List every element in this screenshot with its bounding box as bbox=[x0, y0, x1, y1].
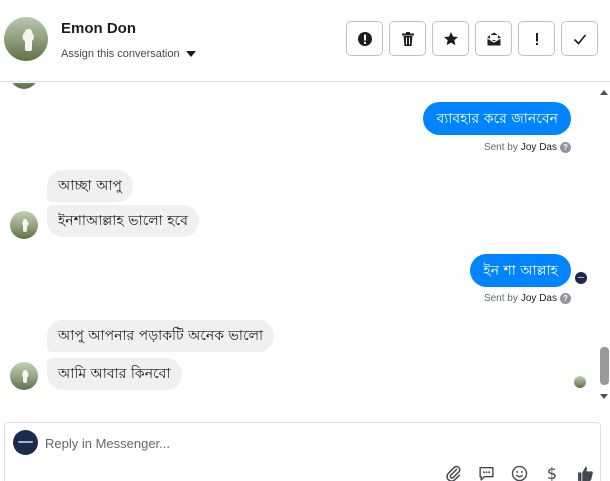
incoming-message-bubble[interactable]: ইনশাআল্লাহ ভালো হবে bbox=[47, 205, 199, 237]
trash-icon bbox=[401, 31, 414, 46]
delete-button[interactable] bbox=[389, 21, 426, 56]
sent-by-prefix: Sent by bbox=[483, 142, 518, 153]
reply-composer: $ bbox=[4, 422, 601, 481]
paperclip-icon bbox=[445, 465, 460, 481]
caret-down-icon bbox=[185, 51, 196, 57]
message-thread[interactable]: ব্যাবহার করে জানবেন Sent by Joy Das ? আচ… bbox=[0, 83, 610, 405]
scrollbar-thumb[interactable] bbox=[600, 347, 609, 385]
chat-bubble-icon bbox=[478, 466, 494, 481]
sent-by-label: Sent by Joy Das ? bbox=[484, 142, 571, 153]
assign-conversation-dropdown[interactable]: Assign this conversation bbox=[61, 48, 196, 60]
contact-avatar[interactable] bbox=[4, 17, 48, 61]
contact-avatar bbox=[10, 211, 38, 239]
scroll-down-arrow-icon[interactable] bbox=[600, 394, 608, 399]
mark-spam-button[interactable] bbox=[346, 21, 383, 56]
help-icon[interactable]: ? bbox=[560, 293, 571, 304]
incoming-message-bubble[interactable]: আপু আপনার পড়াকটি অনেক ভালো bbox=[47, 320, 275, 352]
smiley-icon bbox=[511, 465, 527, 481]
outgoing-message-bubble[interactable]: ইন শা আল্লাহ bbox=[470, 254, 571, 287]
composer-toolbar: $ bbox=[443, 463, 595, 481]
send-like-button[interactable] bbox=[575, 463, 595, 481]
reply-input[interactable] bbox=[45, 433, 565, 453]
dollar-icon: $ bbox=[546, 463, 558, 481]
page-avatar-icon bbox=[575, 272, 587, 284]
sent-by-prefix: Sent by bbox=[483, 293, 518, 304]
contact-avatar bbox=[10, 362, 38, 390]
incoming-message-bubble[interactable]: আমি আবার কিনবো bbox=[47, 358, 182, 390]
sender-name[interactable]: Joy Das bbox=[521, 142, 557, 153]
attach-file-button[interactable] bbox=[443, 463, 463, 481]
mark-done-button[interactable] bbox=[561, 21, 598, 56]
assign-label: Assign this conversation bbox=[61, 48, 180, 60]
payment-button[interactable]: $ bbox=[542, 463, 562, 481]
envelope-icon bbox=[486, 32, 501, 45]
exclamation-circle-icon bbox=[357, 31, 372, 46]
contact-avatar bbox=[10, 83, 38, 89]
saved-replies-button[interactable] bbox=[476, 463, 496, 481]
mark-unread-button[interactable] bbox=[475, 21, 512, 56]
seen-indicator-avatar bbox=[574, 376, 586, 388]
exclamation-icon bbox=[535, 32, 538, 45]
scroll-up-arrow-icon[interactable] bbox=[600, 90, 608, 95]
contact-name[interactable]: Emon Don bbox=[61, 20, 136, 37]
sent-by-label: Sent by Joy Das ? bbox=[484, 293, 571, 304]
help-icon[interactable]: ? bbox=[560, 142, 571, 153]
page-avatar bbox=[13, 430, 38, 455]
star-icon bbox=[443, 31, 458, 45]
conversation-actions bbox=[346, 21, 598, 56]
mark-important-button[interactable] bbox=[518, 21, 555, 56]
incoming-message-bubble[interactable]: আচ্ছা আপু bbox=[47, 170, 133, 202]
thumbs-up-icon bbox=[577, 466, 593, 481]
outgoing-message-bubble[interactable]: ব্যাবহার করে জানবেন bbox=[423, 102, 571, 135]
emoji-button[interactable] bbox=[509, 463, 529, 481]
sender-name[interactable]: Joy Das bbox=[521, 293, 557, 304]
conversation-header: Emon Don Assign this conversation bbox=[0, 0, 610, 82]
star-button[interactable] bbox=[432, 21, 469, 56]
checkmark-icon bbox=[573, 33, 586, 45]
